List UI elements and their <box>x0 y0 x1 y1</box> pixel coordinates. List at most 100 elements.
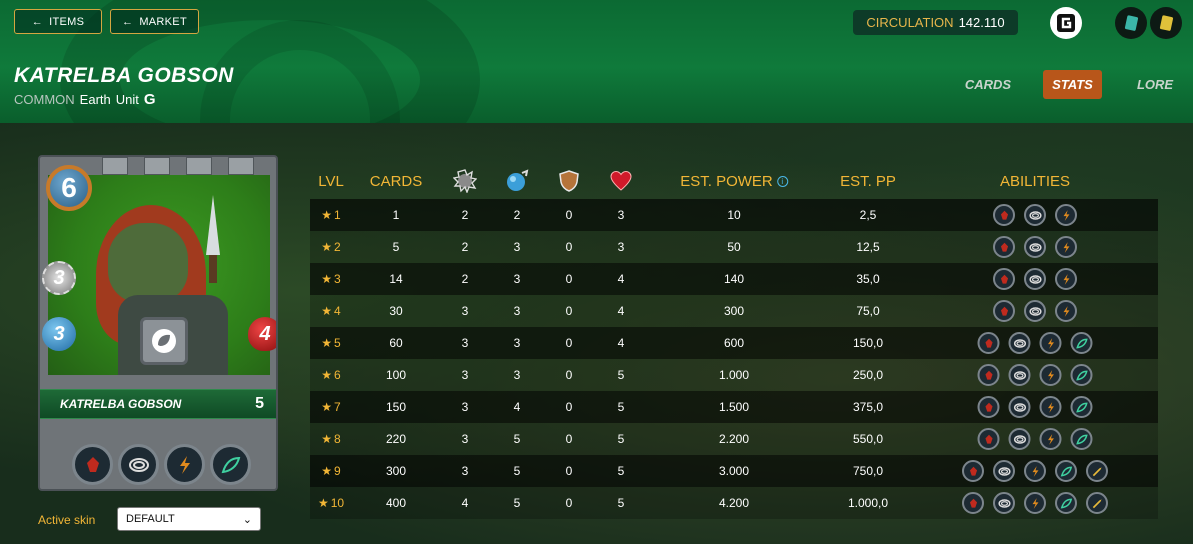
heal-icon[interactable] <box>1070 396 1093 418</box>
cell-cards: 150 <box>385 400 407 414</box>
cell-melee: 3 <box>461 304 469 318</box>
snare-icon[interactable] <box>1008 332 1031 354</box>
snare-icon[interactable] <box>1024 204 1046 226</box>
cell-magic: 2 <box>513 208 521 222</box>
heal-icon[interactable] <box>1055 460 1077 482</box>
thorns-icon[interactable] <box>1039 332 1062 354</box>
cell-armor: 0 <box>565 400 573 414</box>
circulation-label: CIRCULATION <box>866 15 954 30</box>
star-icon: ★ <box>317 496 329 510</box>
demoralize-icon[interactable] <box>977 396 1000 418</box>
card-frame-crenel <box>228 157 254 175</box>
thorns-icon[interactable] <box>1055 204 1077 226</box>
thorns-icon[interactable] <box>1055 268 1077 290</box>
blast-icon[interactable] <box>1086 460 1108 482</box>
col-cards: CARDS <box>369 172 423 190</box>
demoralize-icon[interactable] <box>962 492 984 514</box>
gold-cards-icon[interactable] <box>1150 7 1182 39</box>
snare-icon[interactable] <box>1008 428 1031 450</box>
edition-glyph: G <box>143 91 156 108</box>
demoralize-icon[interactable] <box>977 364 1000 386</box>
snare-icon[interactable] <box>993 492 1015 514</box>
heal-icon <box>210 444 251 485</box>
cell-magic: 5 <box>513 464 521 478</box>
thorns-icon[interactable] <box>1024 460 1046 482</box>
thorns-icon[interactable] <box>1039 428 1062 450</box>
cell-cards: 30 <box>389 304 403 318</box>
heal-icon[interactable] <box>1055 492 1077 514</box>
cell-magic: 3 <box>513 240 521 254</box>
cell-armor: 0 <box>565 464 573 478</box>
blast-icon[interactable] <box>1086 492 1108 514</box>
tab-cards[interactable]: CARDS <box>962 70 1014 99</box>
skin-select[interactable]: DEFAULT ⌄ <box>117 507 261 531</box>
tab-lore[interactable]: LORE <box>1132 70 1178 99</box>
heal-icon[interactable] <box>1070 364 1093 386</box>
cell-abilities <box>977 391 1093 423</box>
cell-cards: 400 <box>385 496 407 510</box>
cell-est-power: 140 <box>723 272 745 286</box>
level-value: 8 <box>334 432 341 446</box>
cell-est-power: 4.200 <box>718 496 750 510</box>
heal-icon[interactable] <box>1070 332 1093 354</box>
card-banner-name: KATRELBA GOBSON <box>60 397 182 411</box>
character-head <box>108 223 188 303</box>
cell-magic: 3 <box>513 336 521 350</box>
stats-table-body: ★ 1 1 2 2 0 3 10 2,5 ★ 2 5 2 3 0 3 50 12,5 ★ 3 14 2 3 0 4 140 35,0… <box>310 199 1158 519</box>
demoralize-icon[interactable] <box>962 460 984 482</box>
card-name-banner: KATRELBA GOBSON 5 <box>40 389 276 419</box>
cell-lvl: ★ 9 <box>321 455 340 487</box>
snare-icon[interactable] <box>1024 268 1046 290</box>
demoralize-icon[interactable] <box>977 332 1000 354</box>
col-est-power-label: EST. POWER <box>680 172 773 190</box>
heal-icon[interactable] <box>1070 428 1093 450</box>
demoralize-icon[interactable] <box>993 300 1015 322</box>
level-value: 4 <box>334 304 341 318</box>
cell-melee: 3 <box>461 400 469 414</box>
demoralize-icon[interactable] <box>993 204 1015 226</box>
demoralize-icon[interactable] <box>977 428 1000 450</box>
thorns-icon[interactable] <box>1055 236 1077 258</box>
cell-cards: 5 <box>392 240 400 254</box>
cell-lvl: ★ 5 <box>321 327 340 359</box>
items-back-button[interactable]: ← ITEMS <box>14 9 102 34</box>
edition-icon[interactable] <box>1050 7 1082 39</box>
cell-est-pp: 150,0 <box>852 336 884 350</box>
cell-est-power: 10 <box>727 208 741 222</box>
arrow-left-icon: ← <box>31 15 44 28</box>
info-icon[interactable]: i <box>776 175 788 187</box>
snare-icon[interactable] <box>1024 236 1046 258</box>
cell-health: 5 <box>617 464 625 478</box>
table-row: ★ 6 100 3 3 0 5 1.000 250,0 <box>310 359 1158 391</box>
thorns-icon[interactable] <box>1055 300 1077 322</box>
cell-cards: 1 <box>392 208 400 222</box>
demoralize-icon[interactable] <box>993 236 1015 258</box>
card-level: 5 <box>255 395 264 412</box>
cell-melee: 3 <box>461 464 469 478</box>
card-collection-icon[interactable] <box>1115 7 1147 39</box>
cell-abilities <box>977 423 1093 455</box>
tab-stats[interactable]: STATS <box>1043 70 1102 99</box>
snare-icon[interactable] <box>993 460 1015 482</box>
cell-health: 3 <box>617 208 625 222</box>
snare-icon[interactable] <box>1008 364 1031 386</box>
level-value: 6 <box>334 368 341 382</box>
thorns-icon[interactable] <box>1039 364 1062 386</box>
snare-icon[interactable] <box>1008 396 1031 418</box>
cell-health: 5 <box>617 496 625 510</box>
stats-table-header: LVL CARDS EST. POWER i EST. PP ABILITIES <box>310 166 1158 196</box>
col-est-pp: EST. PP <box>840 172 896 190</box>
market-back-button[interactable]: ← MARKET <box>110 9 199 34</box>
cell-est-power: 600 <box>723 336 745 350</box>
snare-icon[interactable] <box>1024 300 1046 322</box>
cell-magic: 4 <box>513 400 521 414</box>
armor-icon <box>557 166 581 196</box>
thorns-icon[interactable] <box>1024 492 1046 514</box>
thorns-icon[interactable] <box>1039 396 1062 418</box>
cell-cards: 14 <box>389 272 403 286</box>
table-row: ★ 10 400 4 5 0 5 4.200 1.000,0 <box>310 487 1158 519</box>
cell-magic: 5 <box>513 432 521 446</box>
cell-lvl: ★ 3 <box>321 263 340 295</box>
demoralize-icon[interactable] <box>993 268 1015 290</box>
items-label: ITEMS <box>49 15 85 28</box>
